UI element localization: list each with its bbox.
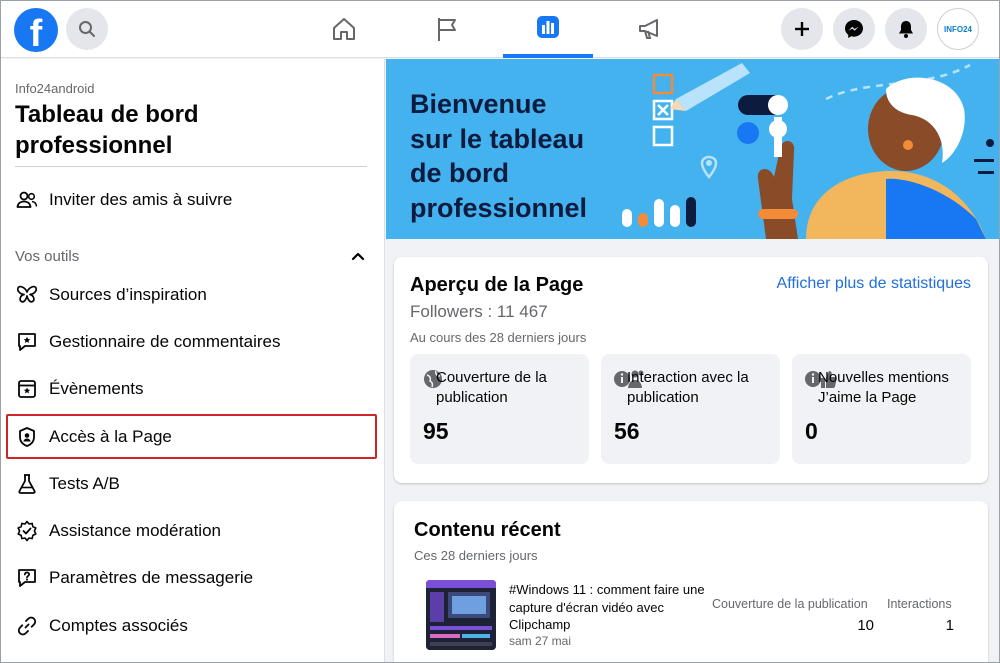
flask-icon xyxy=(14,471,40,497)
facebook-logo[interactable]: f xyxy=(14,8,58,52)
welcome-banner: Bienvenue sur le tableau de bord profess… xyxy=(386,59,1000,239)
sidebar-item-inspiration[interactable]: Sources d’inspiration xyxy=(8,273,376,317)
sidebar-item-comments-manager[interactable]: Gestionnaire de commentaires xyxy=(8,320,376,364)
avatar-text: INFO24 xyxy=(943,24,972,34)
post-title[interactable]: #Windows 11 : comment faire une capture … xyxy=(509,581,709,634)
shield-user-icon xyxy=(14,424,40,450)
stat-label: Interaction avec la publication xyxy=(627,369,749,406)
overview-period: Au cours des 28 derniers jours xyxy=(410,330,587,345)
divider xyxy=(15,166,367,167)
gear-check-icon xyxy=(14,518,40,544)
more-stats-link[interactable]: Afficher plus de statistiques xyxy=(777,275,971,293)
people-icon xyxy=(14,187,40,213)
stat-value: 95 xyxy=(423,418,449,444)
calendar-star-icon xyxy=(14,376,40,402)
profile-avatar[interactable]: INFO24 xyxy=(937,8,979,50)
sidebar-item-label: Assistance modération xyxy=(49,521,221,540)
sidebar-item-label: Accès à la Page xyxy=(49,426,172,446)
stat-new-page-likes[interactable]: Nouvelles mentions J’aime la Page 0 xyxy=(792,354,971,464)
tab-dashboard[interactable] xyxy=(503,0,593,58)
invite-friends-label: Inviter des amis à suivre xyxy=(49,190,233,209)
sidebar-item-messaging-settings[interactable]: Paramètres de messagerie xyxy=(8,556,376,600)
sidebar-item-moderation-assist[interactable]: Assistance modération xyxy=(8,509,376,553)
tab-home[interactable] xyxy=(299,0,389,58)
recent-title: Contenu récent xyxy=(414,519,561,541)
column-header-reach: Couverture de la publication xyxy=(712,597,868,611)
tab-ads[interactable] xyxy=(605,0,695,58)
megaphone-icon xyxy=(639,19,658,39)
tab-pages[interactable] xyxy=(402,0,492,58)
sidebar-item-label: Gestionnaire de commentaires xyxy=(49,332,281,351)
overview-title: Aperçu de la Page xyxy=(410,274,584,296)
video-thumbnail-image xyxy=(426,580,496,650)
messenger-icon xyxy=(845,20,863,38)
sidebar-item-page-access[interactable]: Accès à la Page xyxy=(6,414,377,459)
sidebar-item-label: Tests A/B xyxy=(49,474,120,493)
logo-letter: f xyxy=(29,13,43,52)
sidebar-item-label: Évènements xyxy=(49,379,144,398)
sidebar: Info24android Tableau de bord profession… xyxy=(0,59,385,663)
post-thumbnail[interactable] xyxy=(426,580,496,650)
post-reach-value: 10 xyxy=(857,617,874,634)
stat-label: Couverture de la publication xyxy=(436,369,547,406)
bell-icon xyxy=(899,21,913,38)
invite-friends-item[interactable]: Inviter des amis à suivre xyxy=(8,178,376,222)
butterfly-icon xyxy=(14,282,40,308)
comment-star-icon xyxy=(14,329,40,355)
banner-illustration xyxy=(622,63,994,239)
chat-question-icon xyxy=(14,565,40,591)
column-header-interactions: Interactions xyxy=(887,597,952,611)
sidebar-item-label: Comptes associés xyxy=(49,616,188,635)
stat-post-engagement[interactable]: Interaction avec la publication 56 xyxy=(601,354,780,464)
top-navigation-bar: f INFO24 xyxy=(0,0,1000,58)
create-button[interactable] xyxy=(781,8,823,50)
plus-icon xyxy=(795,22,809,36)
home-icon xyxy=(333,18,355,40)
chevron-up-icon[interactable] xyxy=(350,249,366,263)
link-icon xyxy=(14,613,40,639)
page-overview-card: Aperçu de la Page Afficher plus de stati… xyxy=(394,257,988,483)
followers-count: Followers : 11 467 xyxy=(410,302,548,321)
post-date: sam 27 mai xyxy=(509,634,572,648)
bar-chart-icon xyxy=(537,16,559,38)
notifications-button[interactable] xyxy=(885,8,927,50)
recent-period: Ces 28 derniers jours xyxy=(414,548,538,563)
stat-value: 56 xyxy=(614,418,640,444)
flag-icon xyxy=(438,18,456,41)
sidebar-item-label: Paramètres de messagerie xyxy=(49,568,254,587)
search-icon xyxy=(79,21,95,37)
post-interactions-value: 1 xyxy=(945,617,954,634)
sidebar-item-label: Sources d’inspiration xyxy=(49,285,207,304)
messenger-button[interactable] xyxy=(833,8,875,50)
stat-label: Nouvelles mentions J’aime la Page xyxy=(818,369,949,406)
recent-content-card: Contenu récent Ces 28 derniers jours #Wi… xyxy=(394,501,988,663)
sidebar-item-linked-accounts[interactable]: Comptes associés xyxy=(8,604,376,648)
sidebar-item-events[interactable]: Évènements xyxy=(8,367,376,411)
sidebar-item-ab-tests[interactable]: Tests A/B xyxy=(8,462,376,506)
page-name: Info24android xyxy=(15,81,95,96)
stat-value: 0 xyxy=(805,418,818,444)
page-title: Tableau de bord professionnel xyxy=(15,101,199,159)
stat-post-reach[interactable]: Couverture de la publication 95 xyxy=(410,354,589,464)
tools-section-label: Vos outils xyxy=(15,248,80,265)
search-button[interactable] xyxy=(66,8,108,50)
